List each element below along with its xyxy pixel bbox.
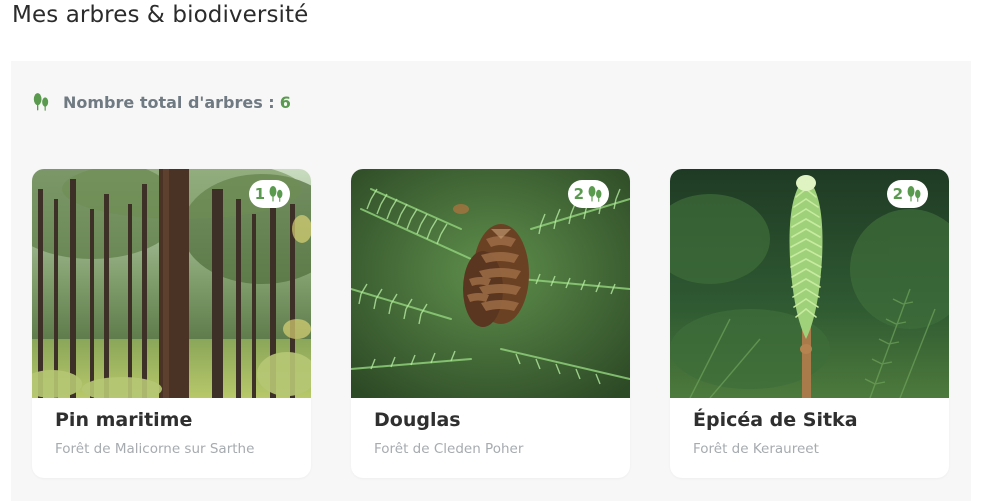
trees-icon <box>586 185 604 203</box>
tree-count-badge: 2 <box>886 180 928 208</box>
tree-count: 2 <box>573 185 584 203</box>
tree-card-forest: Forêt de Keraureet <box>693 441 819 457</box>
tree-card-name: Épicéa de Sitka <box>693 409 858 431</box>
tree-total-value: 6 <box>279 92 291 112</box>
douglas-cone-photo: 2 <box>351 169 630 398</box>
trees-icon <box>905 185 923 203</box>
tree-total-label: Nombre total d'arbres : <box>63 92 275 112</box>
tree-total: Nombre total d'arbres : 6 <box>31 92 291 112</box>
tree-count-badge: 1 <box>248 180 290 208</box>
tree-card-name: Douglas <box>374 409 461 431</box>
pine-forest-photo: 1 <box>32 169 311 398</box>
tree-card-list: 1 Pin maritime Forêt de Malicorne sur Sa… <box>32 169 949 478</box>
tree-count-badge: 2 <box>567 180 609 208</box>
tree-card-epicea-de-sitka[interactable]: 2 Épicéa de Sitka Forêt de Keraureet <box>670 169 949 478</box>
page-title: Mes arbres & biodiversité <box>12 2 309 28</box>
trees-icon <box>267 185 285 203</box>
trees-icon <box>31 92 51 112</box>
tree-card-forest: Forêt de Malicorne sur Sarthe <box>55 441 255 457</box>
tree-count: 1 <box>254 185 265 203</box>
tree-count: 2 <box>892 185 903 203</box>
tree-card-name: Pin maritime <box>55 409 193 431</box>
tree-card-douglas[interactable]: 2 Douglas Forêt de Cleden Poher <box>351 169 630 478</box>
tree-card-pin-maritime[interactable]: 1 Pin maritime Forêt de Malicorne sur Sa… <box>32 169 311 478</box>
trees-panel: Nombre total d'arbres : 6 1 Pin maritime… <box>11 61 971 501</box>
sitka-spruce-shoot-photo: 2 <box>670 169 949 398</box>
tree-card-forest: Forêt de Cleden Poher <box>374 441 524 457</box>
